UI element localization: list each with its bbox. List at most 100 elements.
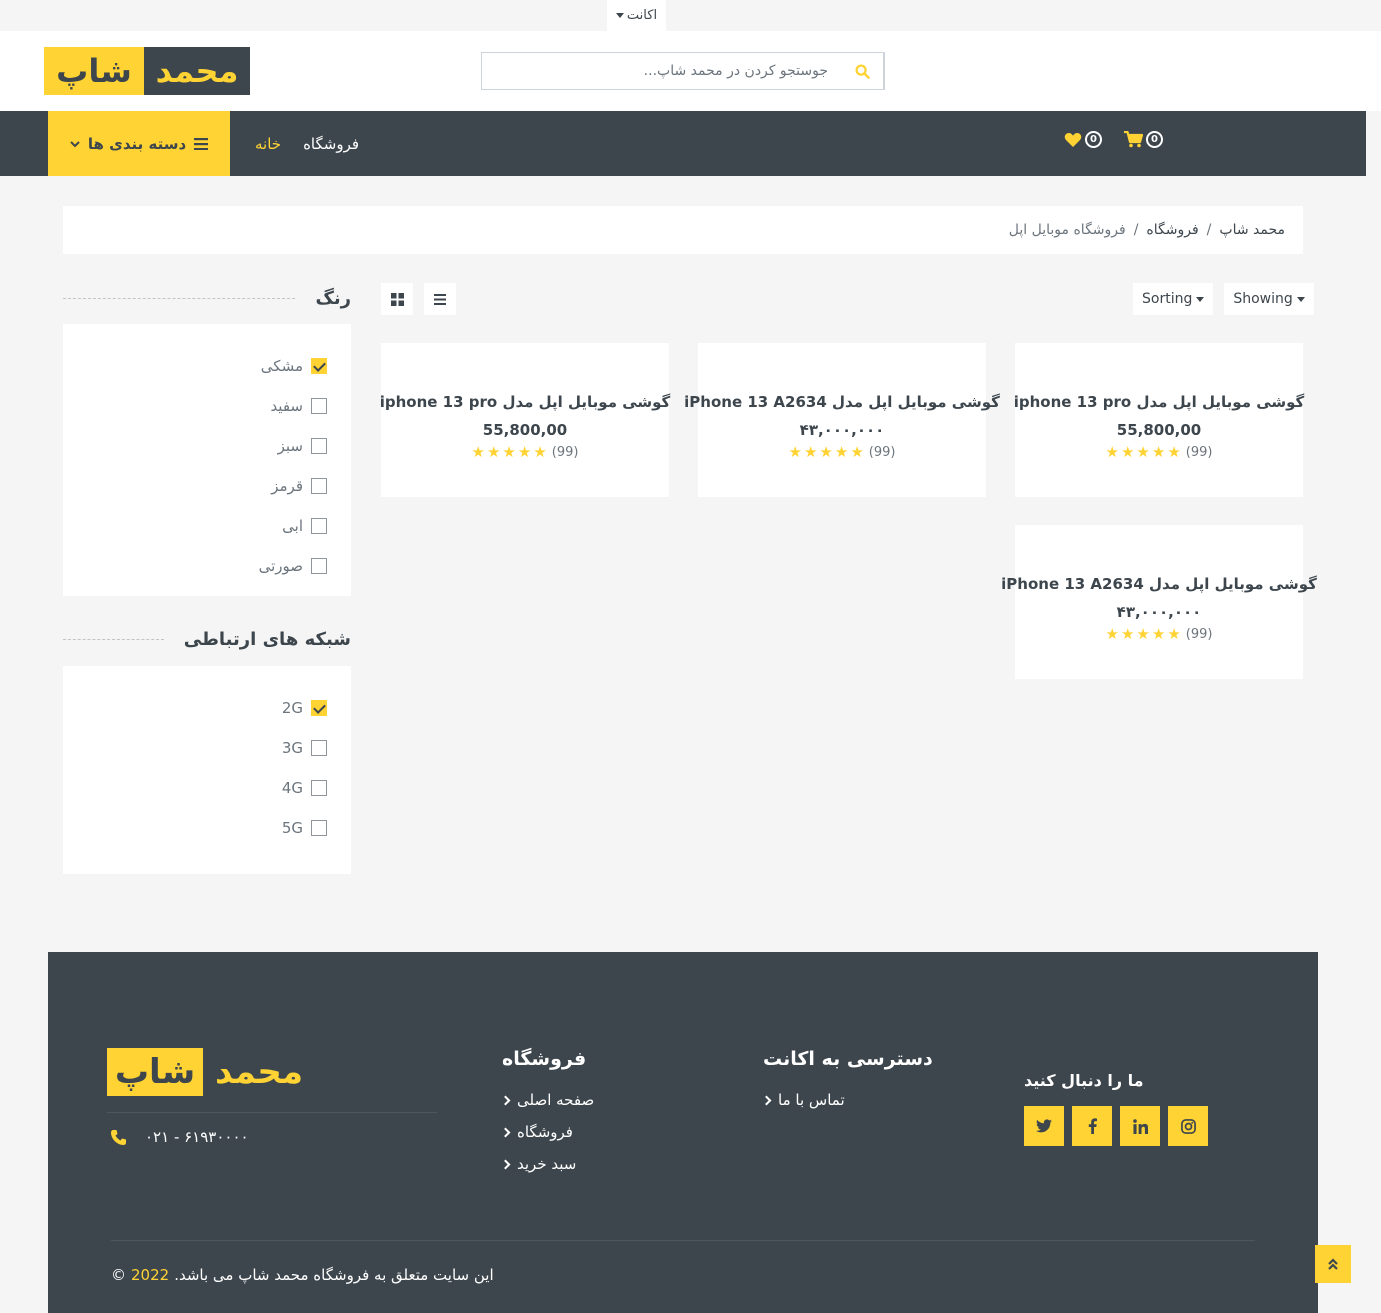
instagram-button[interactable] xyxy=(1168,1106,1208,1146)
product-name[interactable]: گوشی موبایل اپل مدل iphone 13 pro xyxy=(1014,393,1305,411)
footer-logo-part1: محمد xyxy=(215,1052,303,1092)
showing-label: Showing xyxy=(1233,291,1293,307)
instagram-icon xyxy=(1180,1118,1196,1134)
product-name[interactable]: گوشی موبایل اپل مدل iPhone 13 A2634 xyxy=(1001,575,1317,593)
nav-home[interactable]: خانه xyxy=(255,135,281,153)
product-rating: ★ ★ ★ ★ ★ (99) xyxy=(1105,443,1213,461)
filter-option[interactable]: قرمز xyxy=(63,466,327,506)
divider xyxy=(111,1240,1255,1241)
account-dropdown[interactable]: اکانت xyxy=(607,0,666,31)
footer-link[interactable]: فروشگاه xyxy=(500,1116,702,1148)
showing-dropdown[interactable]: Showing xyxy=(1224,283,1314,315)
filter-checkbox[interactable] xyxy=(311,518,327,534)
filter-option[interactable]: مشکی xyxy=(63,346,327,386)
filter-option[interactable]: صورتی xyxy=(63,546,327,586)
footer-link-label: صفحه اصلی xyxy=(517,1091,595,1109)
filter-option[interactable]: 5G xyxy=(63,808,327,848)
caret-down-icon xyxy=(1296,296,1305,302)
filter-checkbox[interactable] xyxy=(311,398,327,414)
filter-option[interactable]: سفید xyxy=(63,386,327,426)
filter-checkbox[interactable] xyxy=(311,558,327,574)
filter-option[interactable]: ابی xyxy=(63,506,327,546)
grid-view-button[interactable] xyxy=(381,283,413,315)
color-filter-header: رنگ xyxy=(63,286,351,310)
breadcrumb-separator: / xyxy=(1206,222,1212,238)
filter-option-label: 5G xyxy=(281,819,303,837)
footer-account-links: تماس با ما xyxy=(761,1084,983,1116)
site-logo[interactable]: شاپ محمد xyxy=(44,47,250,95)
filter-option[interactable]: 3G xyxy=(63,728,327,768)
twitter-button[interactable] xyxy=(1024,1106,1064,1146)
top-bar xyxy=(0,0,1381,31)
product-card[interactable]: گوشی موبایل اپل مدل iPhone 13 A2634 ۴۳,۰۰… xyxy=(1001,525,1317,679)
search-input[interactable]: ...جوستجو کردن در محمد شاپ xyxy=(482,53,842,89)
breadcrumb-item-home[interactable]: محمد شاپ xyxy=(1219,222,1285,238)
breadcrumb-separator: / xyxy=(1133,222,1139,238)
product-card[interactable]: گوشی موبایل اپل مدل iphone 13 pro 55,800,… xyxy=(380,343,671,497)
back-to-top-button[interactable] xyxy=(1315,1245,1351,1283)
filter-option-label: 2G xyxy=(281,699,303,717)
filter-checkbox[interactable] xyxy=(311,358,327,374)
phone-icon xyxy=(111,1129,126,1145)
filter-option[interactable]: 4G xyxy=(63,768,327,808)
network-filter-title: شبکه های ارتباطی xyxy=(183,628,351,650)
search-bar: ...جوستجو کردن در محمد شاپ xyxy=(481,52,885,90)
product-rating: ★ ★ ★ ★ ★ (99) xyxy=(472,445,579,461)
cart-count: 0 xyxy=(1146,131,1163,148)
wishlist-button[interactable]: 0 xyxy=(1064,131,1102,148)
account-label: اکانت xyxy=(626,8,658,23)
heart-icon xyxy=(1064,132,1082,147)
footer-follow-column: ما را دنبال کنید xyxy=(1024,1071,1224,1146)
wishlist-count: 0 xyxy=(1085,131,1102,148)
footer-link[interactable]: سبد خرید xyxy=(500,1148,702,1180)
cart-button[interactable]: 0 xyxy=(1124,131,1163,148)
divider xyxy=(63,638,164,640)
categories-button[interactable]: دسته بندی ها xyxy=(48,111,230,176)
logo-part1: محمد xyxy=(144,47,250,95)
filter-option[interactable]: سبز xyxy=(63,426,327,466)
footer-logo[interactable]: شاپ محمد xyxy=(107,1048,303,1096)
network-filter-list: 2G 3G 4G 5G xyxy=(63,666,351,874)
list-view-button[interactable] xyxy=(424,283,456,315)
filter-option[interactable]: 2G xyxy=(63,688,327,728)
star-icon: ★ xyxy=(1105,443,1119,461)
filter-checkbox[interactable] xyxy=(311,438,327,454)
filter-checkbox[interactable] xyxy=(311,478,327,494)
filter-checkbox[interactable] xyxy=(311,780,327,796)
review-count: (99) xyxy=(1185,627,1213,642)
chevron-right-icon xyxy=(500,1095,511,1105)
footer-shop-column: فروشگاه صفحه اصلی فروشگاه سبد خرید xyxy=(500,1048,702,1180)
product-card[interactable]: گوشی موبایل اپل مدل iPhone 13 A2634 ۴۳,۰۰… xyxy=(684,343,1000,497)
nav-shop[interactable]: فروشگاه xyxy=(303,135,359,153)
cart-icon xyxy=(1124,131,1143,148)
star-icon: ★ xyxy=(1167,443,1181,461)
filter-checkbox[interactable] xyxy=(311,820,327,836)
linkedin-button[interactable] xyxy=(1120,1106,1160,1146)
chevron-right-icon xyxy=(500,1159,511,1169)
search-button[interactable] xyxy=(842,53,884,89)
footer-link[interactable]: تماس با ما xyxy=(761,1084,983,1116)
product-card[interactable]: گوشی موبایل اپل مدل iphone 13 pro 55,800,… xyxy=(1014,343,1305,497)
facebook-button[interactable] xyxy=(1072,1106,1112,1146)
chevron-down-icon xyxy=(70,140,80,147)
grid-icon xyxy=(390,292,404,306)
search-icon xyxy=(855,63,870,79)
filter-checkbox[interactable] xyxy=(311,700,327,716)
footer-phone: ۰۲۱ - ۶۱۹۳۰۰۰۰ xyxy=(110,1128,249,1146)
twitter-icon xyxy=(1036,1119,1052,1133)
filter-option-label: صورتی xyxy=(258,557,303,575)
product-name[interactable]: گوشی موبایل اپل مدل iphone 13 pro xyxy=(380,393,671,411)
star-icon: ★ xyxy=(834,443,849,461)
caret-down-icon xyxy=(1196,296,1205,302)
star-icon: ★ xyxy=(1120,625,1135,643)
footer-shop-links: صفحه اصلی فروشگاه سبد خرید xyxy=(500,1084,702,1180)
review-count: (99) xyxy=(1185,445,1213,460)
footer-link[interactable]: صفحه اصلی xyxy=(500,1084,702,1116)
breadcrumb-item-shop[interactable]: فروشگاه xyxy=(1146,222,1198,238)
star-icon: ★ xyxy=(1151,625,1166,643)
review-count: (99) xyxy=(551,445,579,460)
product-name[interactable]: گوشی موبایل اپل مدل iPhone 13 A2634 xyxy=(684,393,1000,411)
filter-checkbox[interactable] xyxy=(311,740,327,756)
color-filter-title: رنگ xyxy=(315,287,351,309)
sorting-dropdown[interactable]: Sorting xyxy=(1133,283,1214,315)
